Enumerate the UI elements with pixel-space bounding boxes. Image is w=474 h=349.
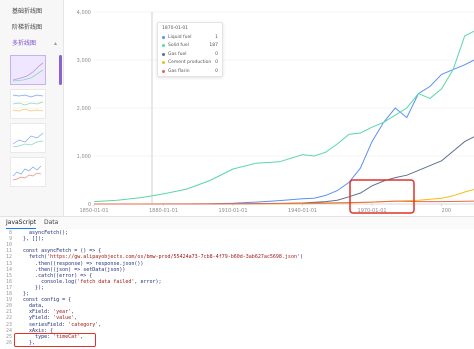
tooltip-row: Solid fuel 187 — [158, 42, 222, 51]
sidebar-scrollbar[interactable] — [59, 55, 62, 85]
thumbnail-chart-icon — [12, 94, 44, 112]
thumbnail-example-1[interactable] — [10, 55, 46, 85]
multi-line-chart[interactable]: 0 1,000 2,000 3,000 4,000 1850-01-01 1880-01-… — [64, 0, 474, 216]
chart-tooltip: 1870-01-01 Liquid fuel 1 Solid fuel 187 … — [157, 22, 223, 77]
tooltip-series-value: 1 — [215, 34, 218, 40]
series-line-gas-flarin[interactable] — [94, 200, 474, 205]
legend-dot-icon — [162, 69, 165, 73]
sidebar-item-label: 基础折线图 — [12, 8, 43, 15]
y-tick-label: 3,000 — [77, 58, 91, 64]
line-number: 26 — [5, 339, 12, 346]
thumbnail-chart-icon — [12, 132, 44, 148]
tooltip-series-name: Gas fuel — [168, 51, 187, 57]
thumbnail-example-2[interactable] — [10, 89, 46, 119]
y-tick-label: 4,000 — [77, 10, 91, 16]
legend-dot-icon — [162, 52, 165, 56]
x-tick-label: 1910-01-01 — [218, 208, 247, 214]
tooltip-series-name: Cement production — [168, 60, 212, 66]
tooltip-series-name: Liquid fuel — [168, 34, 192, 40]
legend-dot-icon — [162, 61, 165, 65]
sidebar-item-basic-line[interactable]: 基础折线图 — [0, 4, 63, 20]
tooltip-series-value: 0 — [215, 68, 218, 74]
tooltip-series-value: 187 — [209, 43, 218, 49]
example-thumbnails — [10, 55, 46, 191]
tooltip-row: Cement production 0 — [158, 59, 222, 68]
sidebar-item-step-line[interactable]: 阶梯折线图 — [0, 20, 63, 36]
x-tick-label: 1850-01-01 — [79, 208, 108, 214]
y-tick-label: 0 — [88, 202, 91, 208]
sidebar: 基础折线图 阶梯折线图 多折线图 ▴ — [0, 0, 64, 216]
thumbnail-example-4[interactable] — [10, 157, 46, 187]
legend-dot-icon — [162, 35, 165, 39]
legend-dot-icon — [162, 44, 165, 48]
sidebar-item-label: 多折线图 — [12, 40, 37, 47]
tooltip-series-value: 0 — [215, 60, 218, 66]
y-tick-label: 1,000 — [77, 154, 91, 160]
x-tick-label: 1940-01-01 — [288, 208, 317, 214]
series-line-solid-fuel[interactable] — [93, 30, 474, 203]
chart-area: 0 1,000 2,000 3,000 4,000 1850-01-01 1880-01-… — [64, 0, 474, 216]
tooltip-row: Gas fuel 0 — [158, 50, 222, 59]
sidebar-item-label: 阶梯折线图 — [12, 24, 43, 31]
thumbnail-example-3[interactable] — [10, 123, 46, 153]
thumbnail-chart-icon — [12, 165, 42, 181]
tab-data[interactable]: Data — [44, 217, 58, 228]
tooltip-title: 1870-01-01 — [162, 26, 189, 31]
chevron-up-icon: ▴ — [53, 40, 57, 47]
code-text: }, []); — [17, 236, 45, 243]
y-tick-label: 2,000 — [77, 106, 91, 112]
series-line-gas-fuel[interactable] — [94, 136, 474, 205]
x-tick-label: 1880-01-01 — [149, 208, 178, 214]
tooltip-row: Gas flarin 0 — [158, 67, 222, 76]
thumbnail-chart-icon — [12, 62, 44, 82]
code-text: }, — [17, 339, 36, 346]
editor-tabs: JavaScript Data — [0, 216, 474, 230]
tab-javascript[interactable]: JavaScript — [6, 217, 37, 229]
sidebar-item-multi-line[interactable]: 多折线图 ▴ — [0, 36, 63, 52]
tooltip-series-name: Gas flarin — [168, 68, 190, 74]
tooltip-row: Liquid fuel 1 — [158, 33, 222, 42]
tooltip-series-value: 0 — [215, 51, 218, 57]
x-tick-label: 200 — [442, 208, 452, 214]
series-line-liquid-fuel[interactable] — [94, 59, 474, 205]
code-editor[interactable]: 8 asyncFetch(); 9 }, []); 10 11 const async… — [0, 229, 474, 349]
tooltip-series-name: Solid fuel — [168, 43, 189, 49]
